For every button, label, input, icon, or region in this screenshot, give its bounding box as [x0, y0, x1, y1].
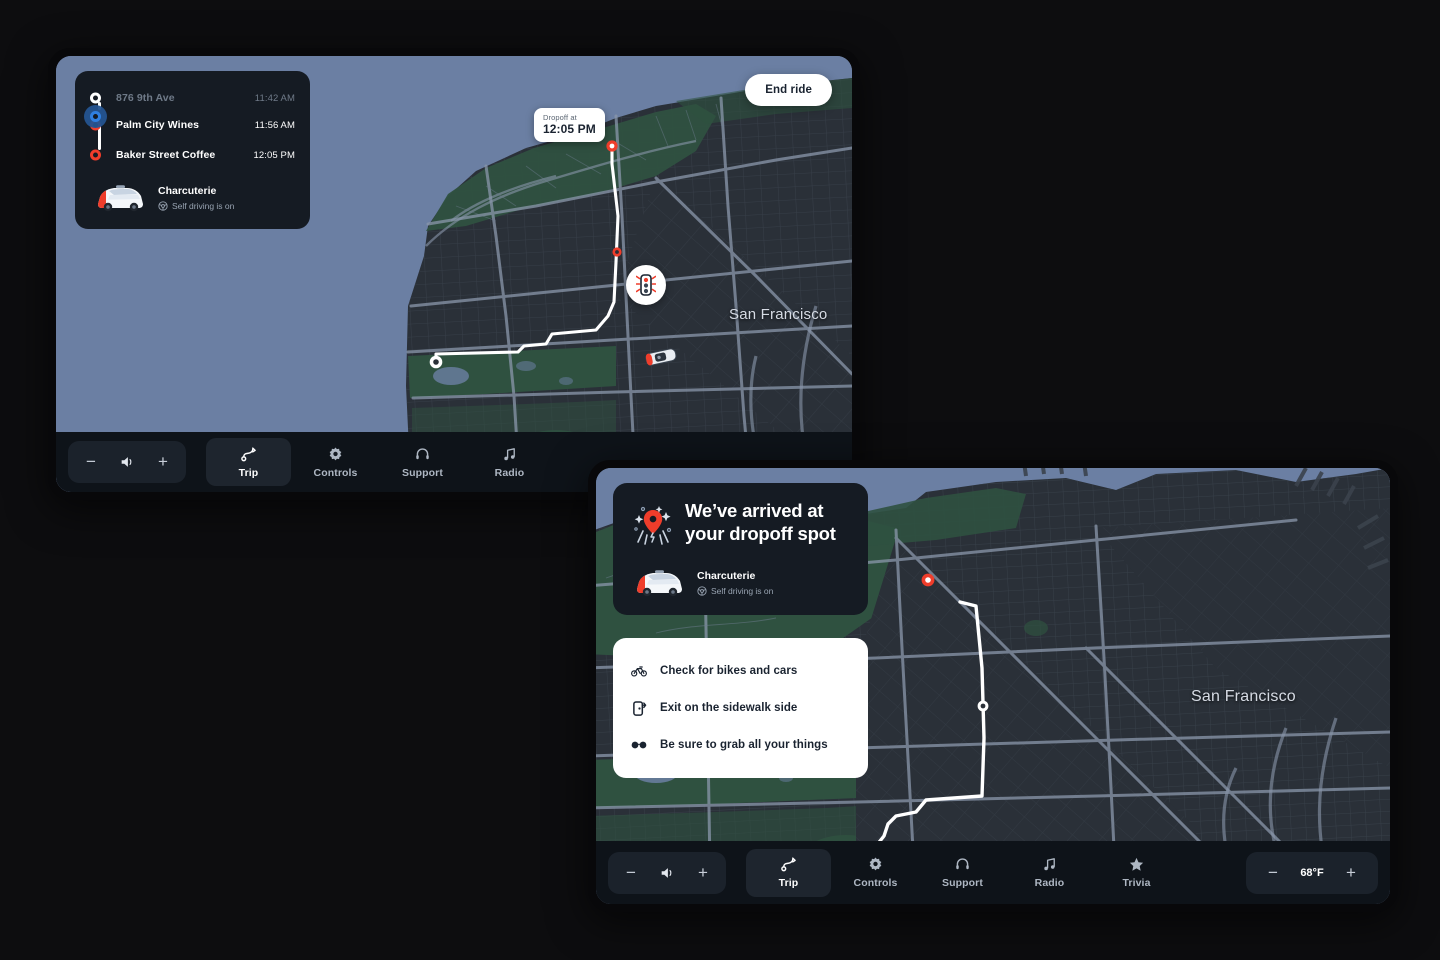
steering-wheel-icon: [697, 586, 707, 596]
tab-controls[interactable]: Controls: [293, 438, 378, 486]
headset-icon: [954, 856, 971, 873]
star-icon: [1128, 856, 1145, 873]
tablet-screen-arrival: San Francisco We’ve arrived at your drop…: [588, 460, 1398, 912]
trip-stop-name: Baker Street Coffee: [116, 149, 216, 161]
tab-support[interactable]: Support: [380, 438, 465, 486]
trip-stop-row[interactable]: Baker Street Coffee 12:05 PM: [90, 142, 295, 168]
timeline-dot-destination: [90, 149, 101, 161]
trip-stop-time: 11:56 AM: [254, 119, 295, 131]
trip-stop-time: 12:05 PM: [253, 149, 295, 161]
tablet-screen-trip: San Francisco Dropoff at 12:05 PM End ri…: [48, 48, 860, 500]
tab-trip[interactable]: Trip: [746, 848, 831, 897]
exit-checklist-card: Check for bikes and cars Exit on the sid…: [613, 638, 868, 778]
sunglasses-icon: [631, 737, 647, 753]
arrival-header: We’ve arrived at your dropoff spot: [629, 500, 852, 549]
trip-stop-name: 876 9th Ave: [116, 92, 175, 104]
timeline-dot-vehicle-position: [90, 111, 101, 122]
volume-control: − +: [608, 851, 726, 894]
tab-trip-label: Trip: [238, 466, 259, 479]
checklist-item: Exit on the sidewalk side: [631, 695, 850, 721]
vehicle-info-row: Charcuterie Self driving is on: [629, 567, 852, 599]
trip-stop-row[interactable]: 876 9th Ave 11:42 AM: [90, 85, 295, 111]
car-door-icon: [631, 700, 647, 716]
route-icon: [240, 446, 257, 463]
trip-itinerary-card: 876 9th Ave 11:42 AM Palm City Wines 11:…: [75, 71, 310, 229]
gear-icon: [327, 446, 344, 463]
screen-trip: San Francisco Dropoff at 12:05 PM End ri…: [56, 56, 852, 492]
trip-stop-row[interactable]: Palm City Wines 11:56 AM: [90, 112, 295, 138]
tab-support[interactable]: Support: [920, 849, 1005, 897]
nav-tabs-arrival: Trip Controls Support Radio Trivia: [746, 848, 1179, 897]
route-icon: [780, 856, 797, 873]
tab-controls-label: Controls: [853, 877, 898, 889]
trip-timeline: 876 9th Ave 11:42 AM Palm City Wines 11:…: [90, 85, 295, 168]
dropoff-tooltip: Dropoff at 12:05 PM: [534, 108, 605, 142]
timeline-dot-origin: [90, 92, 101, 104]
arrival-title: We’ve arrived at your dropoff spot: [685, 500, 836, 544]
checklist-item: Check for bikes and cars: [631, 658, 850, 684]
volume-decrease-button[interactable]: −: [614, 854, 648, 892]
dropoff-tooltip-time: 12:05 PM: [543, 122, 596, 136]
dropoff-tooltip-label: Dropoff at: [543, 113, 577, 122]
trip-stop-time: 11:42 AM: [254, 92, 295, 104]
volume-control: − +: [68, 441, 186, 483]
music-icon: [501, 446, 518, 463]
arrival-announcement-card: We’ve arrived at your dropoff spot Charc…: [613, 483, 868, 615]
bicycle-icon: [631, 663, 647, 679]
self-driving-status: Self driving is on: [697, 586, 773, 596]
headset-icon: [414, 446, 431, 463]
tab-radio[interactable]: Radio: [1007, 849, 1092, 897]
vehicle-name: Charcuterie: [697, 570, 756, 582]
volume-increase-button[interactable]: +: [146, 443, 180, 481]
self-driving-status: Self driving is on: [158, 201, 234, 211]
tab-support-label: Support: [942, 877, 983, 889]
tab-controls[interactable]: Controls: [833, 849, 918, 897]
music-icon: [1041, 856, 1058, 873]
speaker-icon[interactable]: [110, 443, 144, 481]
end-ride-button[interactable]: End ride: [745, 74, 832, 106]
celebration-pin-icon: [634, 506, 672, 545]
self-driving-status-text: Self driving is on: [172, 201, 235, 211]
tab-controls-label: Controls: [313, 466, 358, 479]
checklist-item: Be sure to grab all your things: [631, 732, 850, 758]
checklist-item-text: Exit on the sidewalk side: [660, 702, 798, 714]
car-illustration: [637, 570, 682, 597]
trip-stop-name: Palm City Wines: [116, 119, 200, 131]
traffic-light-icon: [636, 274, 656, 296]
temperature-decrease-button[interactable]: −: [1256, 854, 1290, 892]
tab-radio-label: Radio: [494, 466, 525, 479]
tab-trivia[interactable]: Trivia: [1094, 849, 1179, 897]
bottom-bar-arrival: − + Trip Controls Support Radio Trivia −…: [596, 841, 1390, 904]
volume-decrease-button[interactable]: −: [74, 443, 108, 481]
self-driving-status-text: Self driving is on: [711, 586, 774, 596]
temperature-increase-button[interactable]: +: [1334, 854, 1368, 892]
steering-wheel-icon: [158, 201, 168, 211]
traffic-light-bubble: [626, 265, 666, 305]
temperature-value: 68°F: [1300, 866, 1324, 879]
speaker-icon[interactable]: [650, 854, 684, 892]
vehicle-info-row: Charcuterie Self driving is on: [90, 182, 295, 214]
volume-increase-button[interactable]: +: [686, 854, 720, 892]
tab-trip-label: Trip: [778, 877, 799, 889]
tab-radio-label: Radio: [1034, 877, 1065, 889]
tab-trivia-label: Trivia: [1122, 877, 1151, 889]
vehicle-name: Charcuterie: [158, 185, 217, 197]
tab-support-label: Support: [402, 466, 443, 479]
checklist-item-text: Be sure to grab all your things: [660, 739, 828, 751]
climate-control: − 68°F +: [1246, 851, 1378, 894]
car-illustration: [98, 185, 143, 212]
tab-trip[interactable]: Trip: [206, 438, 291, 486]
tab-radio[interactable]: Radio: [467, 438, 552, 486]
nav-tabs-trip: Trip Controls Support Radio: [206, 438, 552, 486]
checklist-item-text: Check for bikes and cars: [660, 665, 798, 677]
gear-icon: [867, 856, 884, 873]
screen-arrival: San Francisco We’ve arrived at your drop…: [596, 468, 1390, 904]
app-stage: San Francisco Dropoff at 12:05 PM End ri…: [0, 0, 1440, 960]
